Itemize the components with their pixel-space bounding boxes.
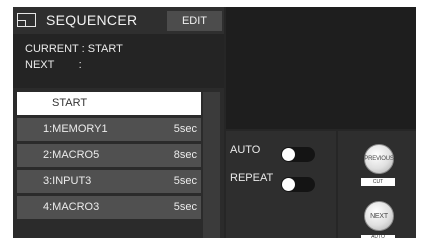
list-item-name: START — [52, 97, 88, 109]
repeat-toggle-knob — [282, 178, 295, 191]
list-item-name: 4:MACRO3 — [43, 201, 100, 213]
sequencer-title: SEQUENCER — [46, 12, 138, 28]
auto-caption: AUTO — [361, 235, 395, 238]
list-item-name: 2:MACRO5 — [43, 149, 100, 161]
sequencer-icon — [17, 13, 36, 27]
cut-caption: CUT — [361, 178, 395, 186]
auto-toggle[interactable] — [281, 147, 315, 162]
sequence-status: CURRENT : START NEXT : — [13, 34, 224, 88]
list-item[interactable]: 3:INPUT3 5sec — [17, 170, 201, 193]
list-item[interactable]: 4:MACRO3 5sec — [17, 196, 201, 219]
edit-button[interactable]: EDIT — [167, 11, 222, 31]
list-item-start[interactable]: START — [17, 92, 201, 115]
current-status: CURRENT : START — [25, 43, 123, 55]
preview-area — [226, 7, 416, 129]
step-buttons: PREVIOUS CUT NEXT AUTO — [338, 131, 416, 238]
list-item-duration: 5sec — [173, 175, 197, 187]
sequence-list: START 1:MEMORY1 5sec 2:MACRO5 8sec 3:INP… — [13, 88, 224, 238]
auto-toggle-knob — [282, 148, 295, 161]
sequencer-window: SEQUENCER EDIT CURRENT : START NEXT : ST… — [13, 7, 416, 238]
sequencer-header: SEQUENCER EDIT — [13, 7, 224, 35]
repeat-label: REPEAT — [230, 172, 274, 184]
list-item-duration: 5sec — [173, 201, 197, 213]
list-item[interactable]: 1:MEMORY1 5sec — [17, 118, 201, 141]
auto-label: AUTO — [230, 144, 261, 156]
playback-options: AUTO REPEAT — [226, 131, 336, 238]
next-status: NEXT : — [25, 59, 82, 71]
list-item-name: 3:INPUT3 — [43, 175, 92, 187]
list-scrollbar[interactable] — [203, 92, 220, 238]
next-button[interactable]: NEXT — [364, 201, 394, 231]
list-item-name: 1:MEMORY1 — [43, 123, 108, 135]
list-item-duration: 8sec — [173, 149, 197, 161]
repeat-toggle[interactable] — [281, 177, 315, 192]
list-item[interactable]: 2:MACRO5 8sec — [17, 144, 201, 167]
list-item-duration: 5sec — [173, 123, 197, 135]
previous-button[interactable]: PREVIOUS — [364, 144, 394, 174]
